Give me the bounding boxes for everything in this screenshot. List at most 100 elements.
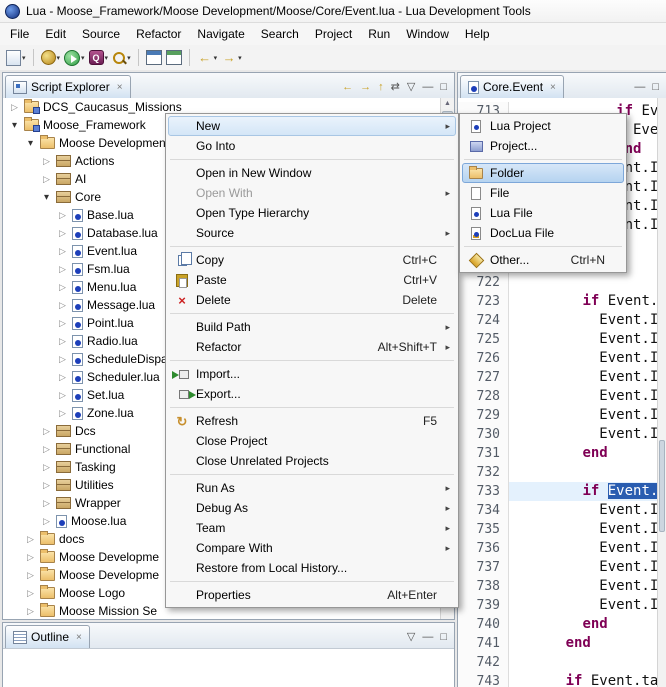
dropdown-caret-icon[interactable]: ▾ [105,54,109,62]
code-text[interactable]: Event.I [509,330,657,349]
tab-core-event[interactable]: Core.Event × [460,75,564,98]
code-line[interactable]: 723 if Event. [458,292,657,311]
tab-script-explorer[interactable]: Script Explorer × [5,75,131,98]
dropdown-caret-icon[interactable]: ▾ [81,54,85,62]
code-text[interactable]: Event.I [509,577,657,596]
menu-item-go-into[interactable]: Go Into [168,136,456,156]
line-number[interactable]: 722 [458,273,509,292]
tree-collapsed-arrow-icon[interactable]: ▷ [41,156,52,167]
code-line[interactable]: 737 Event.I [458,558,657,577]
code-text[interactable]: end [509,444,657,463]
tree-collapsed-arrow-icon[interactable]: ▷ [57,300,68,311]
line-number[interactable]: 727 [458,368,509,387]
tree-expanded-arrow-icon[interactable]: ▾ [25,138,36,149]
code-line[interactable]: 722 [458,273,657,292]
tree-collapsed-arrow-icon[interactable]: ▷ [25,606,36,617]
menu-item-project[interactable]: Project... [462,136,624,156]
menu-file[interactable]: File [2,24,37,44]
code-text[interactable]: Event.I [509,368,657,387]
code-line[interactable]: 729 Event.I [458,406,657,425]
code-text[interactable]: Event.I [509,425,657,444]
line-number[interactable]: 728 [458,387,509,406]
minimize-icon[interactable]: — [634,82,645,93]
menu-item-properties[interactable]: PropertiesAlt+Enter [168,585,456,605]
dropdown-caret-icon[interactable]: ▾ [127,54,131,62]
scrollbar-thumb[interactable] [659,440,665,532]
code-text[interactable] [509,653,657,672]
code-line[interactable]: 732 [458,463,657,482]
code-line[interactable]: 735 Event.I [458,520,657,539]
menu-item-open-with[interactable]: Open With▸ [168,183,456,203]
tree-collapsed-arrow-icon[interactable]: ▷ [57,264,68,275]
tree-collapsed-arrow-icon[interactable]: ▷ [57,390,68,401]
new-wizard-button[interactable]: ▾ [4,47,28,68]
line-number[interactable]: 734 [458,501,509,520]
tree-collapsed-arrow-icon[interactable]: ▷ [41,480,52,491]
line-number[interactable]: 736 [458,539,509,558]
line-number[interactable]: 726 [458,349,509,368]
code-line[interactable]: 733 if Event. [458,482,657,501]
tree-collapsed-arrow-icon[interactable]: ▷ [25,534,36,545]
menu-edit[interactable]: Edit [37,24,74,44]
code-text[interactable]: Event.I [509,311,657,330]
code-line[interactable]: 742 [458,653,657,672]
menu-project[interactable]: Project [307,24,360,44]
menu-item-lua-file[interactable]: Lua File [462,203,624,223]
code-text[interactable]: Event.I [509,558,657,577]
tree-expanded-arrow-icon[interactable]: ▾ [41,192,52,203]
line-number[interactable]: 724 [458,311,509,330]
tree-expanded-arrow-icon[interactable]: ▾ [9,120,20,131]
code-line[interactable]: 725 Event.I [458,330,657,349]
tree-collapsed-arrow-icon[interactable]: ▷ [57,318,68,329]
code-line[interactable]: 724 Event.I [458,311,657,330]
line-number[interactable]: 725 [458,330,509,349]
tree-collapsed-arrow-icon[interactable]: ▷ [57,336,68,347]
menu-item-source[interactable]: Source▸ [168,223,456,243]
menu-run[interactable]: Run [360,24,398,44]
menu-item-doclua-file[interactable]: DocLua File [462,223,624,243]
code-text[interactable]: Event.I [509,596,657,615]
menu-item-open-type-hierarchy[interactable]: Open Type Hierarchy [168,203,456,223]
code-line[interactable]: 741 end [458,634,657,653]
minimize-icon[interactable]: — [422,632,433,643]
menu-item-debug-as[interactable]: Debug As▸ [168,498,456,518]
dropdown-caret-icon[interactable]: ▾ [57,54,61,62]
tree-collapsed-arrow-icon[interactable]: ▷ [41,462,52,473]
code-text[interactable]: Event.I [509,520,657,539]
line-number[interactable]: 737 [458,558,509,577]
code-line[interactable]: 726 Event.I [458,349,657,368]
menu-item-run-as[interactable]: Run As▸ [168,478,456,498]
tree-collapsed-arrow-icon[interactable]: ▷ [41,444,52,455]
code-text[interactable] [509,463,657,482]
report-view-button[interactable] [164,47,184,68]
line-number[interactable]: 723 [458,292,509,311]
dropdown-caret-icon[interactable]: ▾ [22,54,26,62]
code-text[interactable]: Event.I [509,501,657,520]
line-number[interactable]: 740 [458,615,509,634]
code-text[interactable]: Event.I [509,387,657,406]
view-menu-icon[interactable]: ▽ [407,82,415,93]
code-text[interactable]: if Event. [509,292,657,311]
line-number[interactable]: 739 [458,596,509,615]
tree-collapsed-arrow-icon[interactable]: ▷ [25,570,36,581]
code-line[interactable]: 738 Event.I [458,577,657,596]
tree-collapsed-arrow-icon[interactable]: ▷ [41,498,52,509]
maximize-icon[interactable]: □ [652,82,659,93]
code-line[interactable]: 736 Event.I [458,539,657,558]
menu-help[interactable]: Help [457,24,498,44]
code-text[interactable]: Event.I [509,539,657,558]
table-view-button[interactable] [144,47,164,68]
tree-collapsed-arrow-icon[interactable]: ▷ [57,372,68,383]
tree-collapsed-arrow-icon[interactable]: ▷ [25,552,36,563]
menu-item-paste[interactable]: PasteCtrl+V [168,270,456,290]
menu-item-import[interactable]: Import... [168,364,456,384]
tree-collapsed-arrow-icon[interactable]: ▷ [57,246,68,257]
code-line[interactable]: 740 end [458,615,657,634]
view-menu-icon[interactable]: ▽ [407,632,415,643]
menu-item-close-project[interactable]: Close Project [168,431,456,451]
tree-collapsed-arrow-icon[interactable]: ▷ [41,174,52,185]
line-number[interactable]: 731 [458,444,509,463]
menu-item-lua-project[interactable]: Lua Project [462,116,624,136]
line-number[interactable]: 738 [458,577,509,596]
maximize-icon[interactable]: □ [440,82,447,93]
